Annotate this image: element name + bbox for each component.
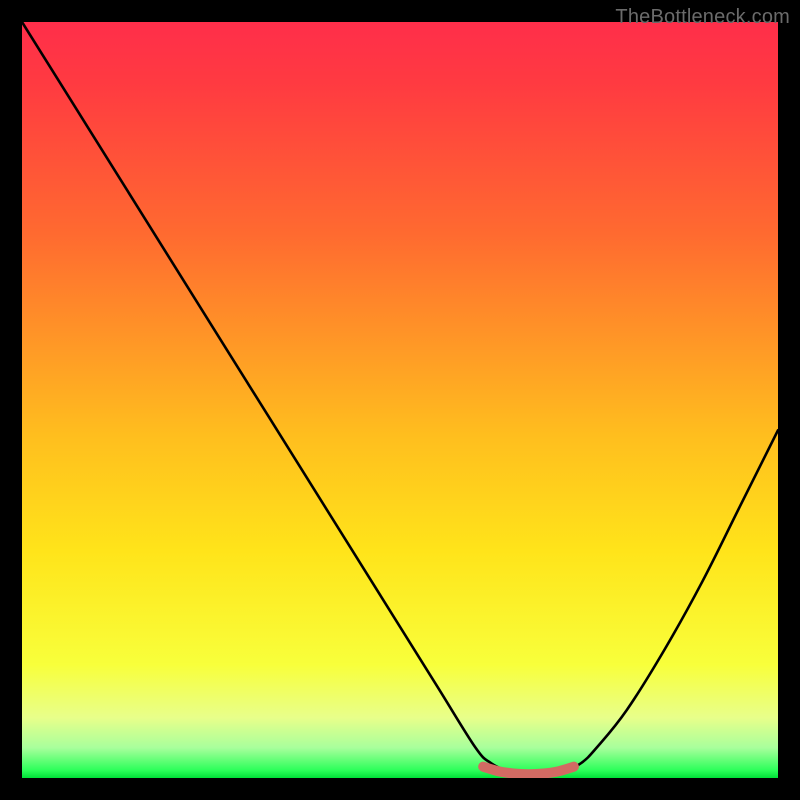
watermark-text: TheBottleneck.com (615, 6, 790, 29)
chart-stage: TheBottleneck.com (0, 0, 800, 800)
highlight-bottom (483, 767, 574, 775)
plot-area (22, 22, 778, 778)
curve-svg (22, 22, 778, 778)
bottleneck-curve (22, 22, 778, 774)
